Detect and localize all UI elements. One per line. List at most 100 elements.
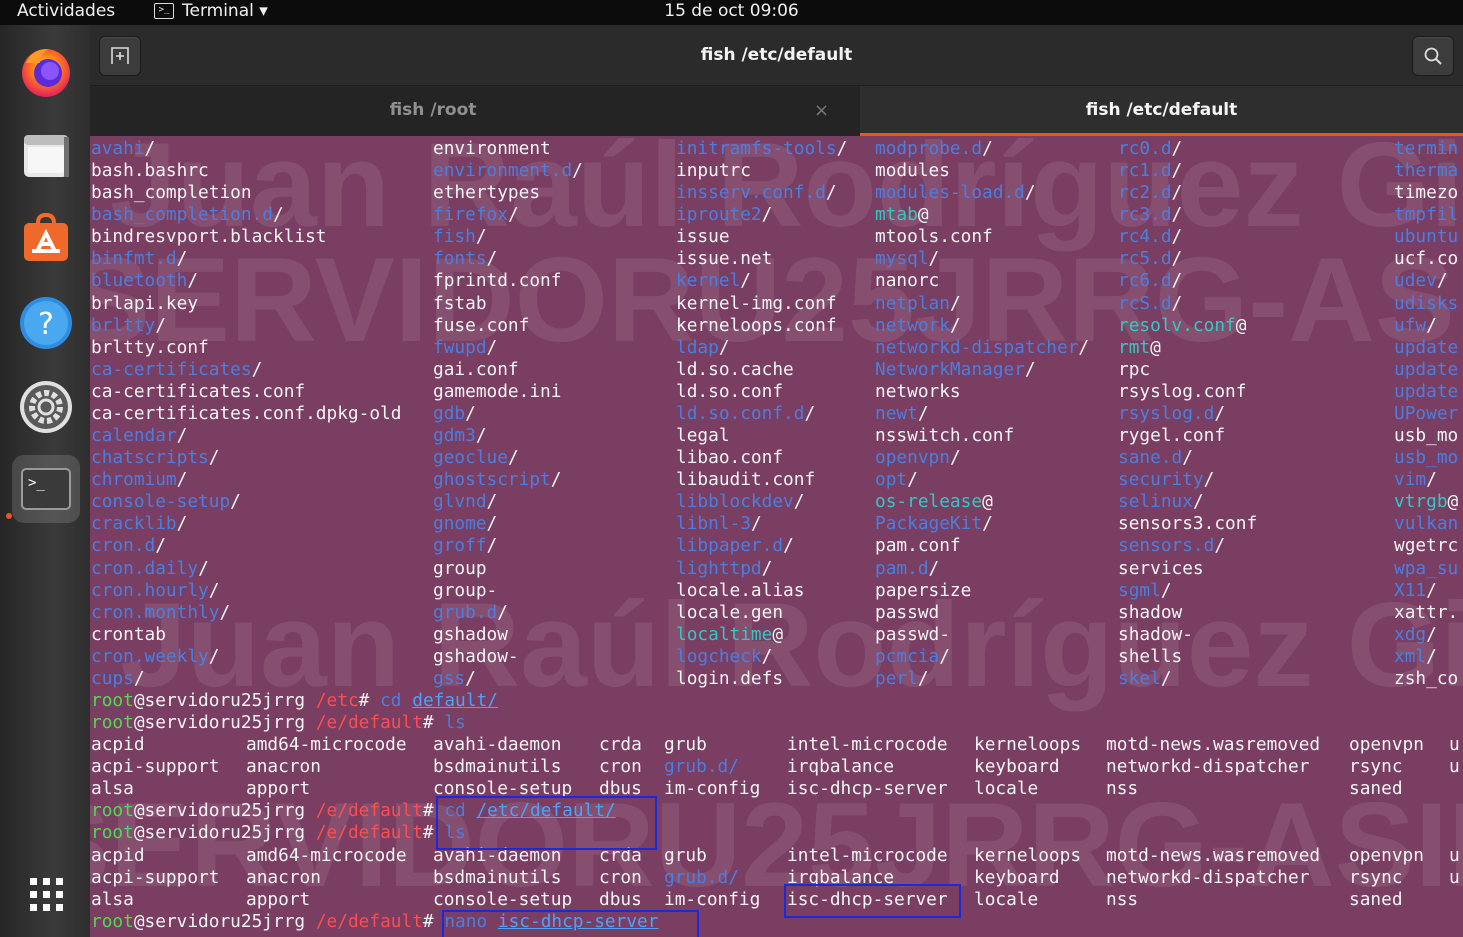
- file-entry: lighttpd/: [676, 558, 772, 580]
- activities-button[interactable]: Actividades: [17, 1, 115, 21]
- file-entry: nss: [1106, 778, 1139, 800]
- file-entry: irqbalance: [787, 866, 895, 888]
- file-suffix: /: [1171, 248, 1183, 270]
- file-entry: zsh_co: [1394, 668, 1458, 690]
- file-entry: ld.so.conf.d/: [676, 403, 815, 425]
- command: cd: [380, 690, 402, 711]
- file-suffix: /: [550, 469, 562, 491]
- dock-files[interactable]: [12, 121, 80, 189]
- header-bar: fish /etc/default: [90, 25, 1463, 86]
- file-entry: motd-news.wasremoved: [1106, 734, 1321, 756]
- arg-space: [466, 800, 477, 821]
- file-entry: fish/: [433, 226, 487, 248]
- dock-firefox[interactable]: [12, 37, 80, 105]
- file-name: bash_completion: [91, 182, 252, 204]
- file-entry: termin: [1394, 138, 1458, 160]
- terminal-output[interactable]: Juan Raúl Rodríguez Gil SERVIDORU25JRRG-…: [90, 136, 1463, 937]
- file-entry: intel-microcode: [787, 844, 948, 866]
- app-menu-terminal[interactable]: >_ Terminal ▾: [154, 1, 268, 21]
- file-name: ld.so.conf: [676, 380, 784, 402]
- file-name: selinux: [1118, 491, 1193, 513]
- file-entry: libpaper.d/: [676, 535, 794, 557]
- file-entry: bash_completion: [91, 182, 252, 204]
- file-entry: cron.d/: [91, 535, 166, 557]
- file-entry: os-release@: [875, 491, 993, 513]
- file-name: pcmcia: [875, 645, 940, 667]
- file-entry: network/: [875, 315, 961, 337]
- close-tab-icon[interactable]: ×: [814, 100, 829, 121]
- file-entry: rc5.d/: [1118, 248, 1182, 270]
- command-arg: /etc/default/: [476, 800, 616, 822]
- file-entry: ghostscript/: [433, 469, 561, 491]
- file-entry: ucf.co: [1394, 248, 1458, 270]
- file-suffix: /: [917, 402, 929, 424]
- file-name: nsswitch.conf: [875, 425, 1015, 447]
- file-entry: acpid: [91, 844, 145, 866]
- file-entry: fonts/: [433, 248, 497, 270]
- app-menu-label: Terminal ▾: [182, 1, 268, 21]
- listing-row: chromium/ghostscript/libaudit.conf opt/se…: [90, 469, 1463, 491]
- file-suffix: /: [740, 270, 751, 292]
- dock-show-apps[interactable]: [12, 860, 80, 928]
- file-name: kernel-img.conf: [676, 292, 837, 314]
- file-name: modules: [875, 160, 950, 182]
- file-name: gdm3: [433, 425, 476, 447]
- listing-row: bluetooth/fprintd.conf kernel/nanorc rc6.d…: [90, 270, 1463, 292]
- file-entry: localtime@: [676, 624, 783, 646]
- file-name: iproute2: [676, 204, 762, 226]
- file-suffix: /: [949, 292, 961, 314]
- file-name: rc1.d: [1118, 160, 1172, 182]
- file-entry: acpi-support: [91, 756, 220, 778]
- dock-settings[interactable]: [12, 373, 80, 441]
- file-suffix: /: [208, 645, 220, 667]
- software-icon: [24, 212, 68, 261]
- file-name: cracklib: [91, 513, 177, 535]
- file-name: shells: [1118, 645, 1183, 667]
- file-name: console-setup: [91, 491, 231, 513]
- file-suffix: /: [208, 579, 220, 601]
- file-name: wpa_su: [1394, 557, 1459, 579]
- file-entry: im-config: [664, 778, 761, 800]
- file-name: cron.monthly: [91, 601, 220, 623]
- command-arg: default/: [412, 690, 498, 711]
- file-entry: avahi/: [91, 138, 155, 160]
- file-suffix: /: [176, 425, 188, 447]
- file-suffix: /: [497, 601, 508, 623]
- file-entry: libao.conf: [676, 447, 783, 469]
- file-entry: networks: [875, 381, 961, 403]
- file-entry: vtrgb@: [1394, 491, 1458, 513]
- dock-terminal[interactable]: >_: [12, 455, 80, 523]
- file-name: libao.conf: [676, 447, 784, 469]
- file-entry: isc-dhcp-server: [787, 888, 948, 910]
- file-entry: kernel/: [676, 270, 751, 292]
- search-button[interactable]: [1412, 36, 1454, 76]
- file-suffix: /: [486, 248, 498, 270]
- file-entry: gshadow-: [433, 646, 519, 668]
- file-entry: UPower: [1394, 403, 1458, 425]
- file-entry: pcmcia/: [875, 646, 950, 668]
- file-name: gdb: [433, 402, 466, 424]
- prompt-path: /e/default: [315, 910, 423, 932]
- file-suffix: /: [1171, 226, 1183, 248]
- dock-software[interactable]: [12, 205, 80, 273]
- tab-fish-root[interactable]: fish /root: [90, 86, 776, 136]
- file-suffix: /: [176, 248, 188, 270]
- listing-row: calendar/gdm3/legal nsswitch.conf rygel.co…: [90, 425, 1463, 447]
- prompt-sep: #: [358, 690, 381, 711]
- file-name: fwupd: [433, 336, 487, 358]
- file-entry: glvnd/: [433, 491, 497, 513]
- file-entry: fstab: [433, 293, 487, 315]
- file-name: cron.daily: [91, 557, 199, 579]
- clock[interactable]: 15 de oct 09:06: [664, 1, 799, 21]
- dock-help[interactable]: ?: [12, 289, 80, 357]
- prompt: root@servidoru25jrrg /etc# cd default/: [91, 690, 498, 712]
- file-entry: wgetrc: [1394, 535, 1458, 557]
- ls-output-row: acpid amd64-microcode avahi-daemon crda grub…: [90, 734, 1463, 756]
- terminal-icon: >_: [21, 468, 71, 510]
- file-entry: libaudit.conf: [676, 469, 815, 491]
- window-title: fish /etc/default: [700, 45, 853, 65]
- file-name: timezo: [1394, 182, 1459, 204]
- tab-fish-etc-default[interactable]: fish /etc/default: [860, 86, 1463, 136]
- file-entry: passwd: [875, 602, 939, 624]
